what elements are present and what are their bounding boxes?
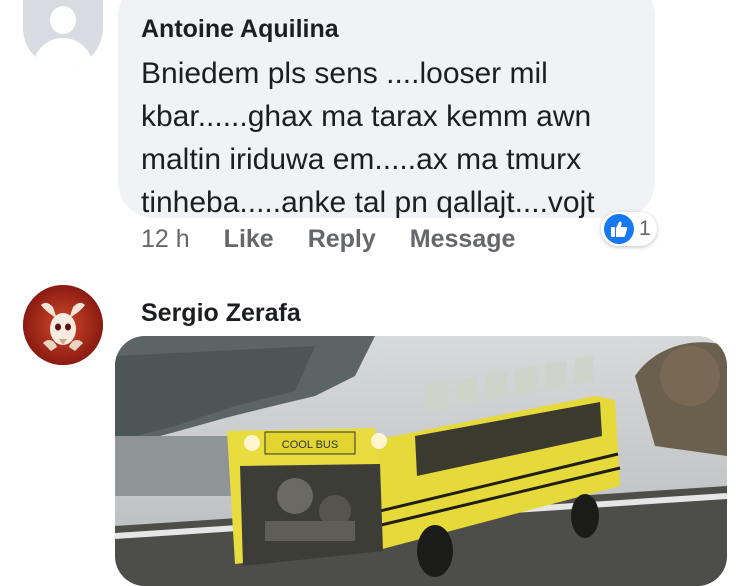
comment-timestamp[interactable]: 12 h — [141, 225, 190, 254]
reaction-count: 1 — [639, 217, 651, 240]
default-avatar-icon-head — [50, 6, 76, 34]
reaction-summary[interactable]: 1 — [601, 212, 657, 246]
commenter-avatar-default[interactable] — [23, 0, 103, 68]
bus-sign-text: COOL BUS — [282, 439, 338, 451]
comment-author-name[interactable]: Sergio Zerafa — [141, 299, 301, 328]
bus-photo-image: COOL BUS — [115, 336, 727, 586]
like-button[interactable]: Like — [224, 225, 274, 254]
comment-text-line: tinheba.....anke tal pn qallajt....vojt — [141, 186, 595, 219]
comment-text-line: maltin iriduwa em.....ax ma tmurx — [141, 143, 582, 176]
like-icon — [604, 214, 634, 244]
default-avatar-icon-body — [33, 38, 93, 68]
comment-attachment-image[interactable]: COOL BUS — [115, 336, 727, 586]
comment-text-line: Bniedem pls sens ....looser mil — [141, 57, 548, 90]
profile-photo-icon — [23, 285, 103, 365]
comment-text-line: kbar......ghax ma tarax kemm awn — [141, 100, 592, 133]
reply-button[interactable]: Reply — [308, 225, 376, 254]
message-button[interactable]: Message — [410, 225, 516, 254]
commenter-avatar-photo[interactable] — [23, 285, 103, 365]
comment-author-name[interactable]: Antoine Aquilina — [141, 15, 339, 44]
comment-text: Bniedem pls sens ....looser mil kbar....… — [141, 52, 646, 224]
comment-actions: 12 h Like Reply Message — [141, 224, 515, 254]
